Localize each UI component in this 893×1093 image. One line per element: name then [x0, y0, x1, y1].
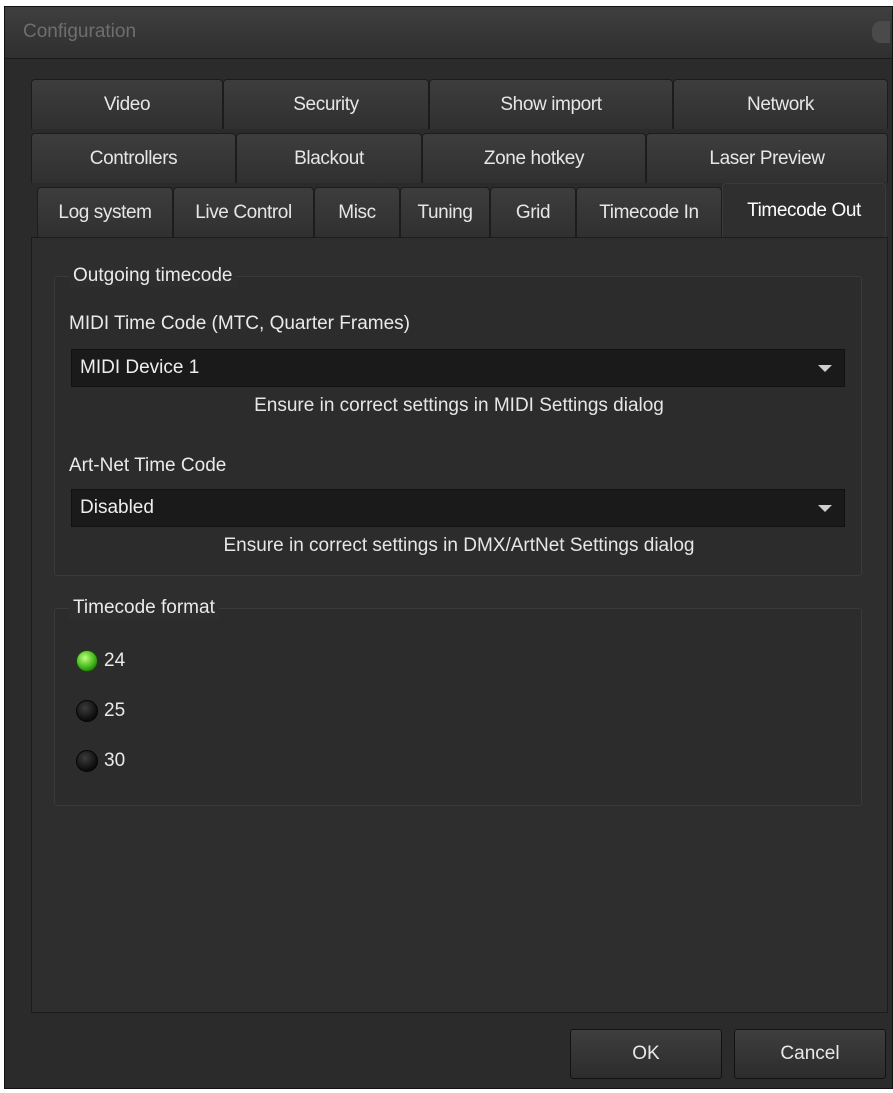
radio-selected-icon[interactable] [76, 650, 98, 672]
window-title: Configuration [23, 21, 137, 42]
radio-unselected-icon[interactable] [76, 700, 98, 722]
chevron-down-icon [818, 505, 832, 512]
tab-strip: Video Security Show import Network Contr… [31, 79, 888, 239]
timecode-format-group: Timecode format [54, 597, 862, 806]
artnet-timecode-value: Disabled [80, 497, 154, 518]
tab-row-3: Log system Live Control Misc Tuning Grid… [31, 183, 888, 237]
radio-label-30: 30 [104, 750, 126, 771]
tab-live-control[interactable]: Live Control [173, 187, 314, 237]
tab-laser-preview[interactable]: Laser Preview [646, 133, 888, 183]
tab-security[interactable]: Security [223, 79, 429, 129]
tab-log-system[interactable]: Log system [37, 187, 173, 237]
tab-row-1: Video Security Show import Network [31, 79, 888, 129]
artnet-hint: Ensure in correct settings in DMX/ArtNet… [223, 535, 695, 556]
chevron-down-icon [818, 365, 832, 372]
tab-tuning[interactable]: Tuning [400, 187, 490, 237]
radio-unselected-icon[interactable] [76, 750, 98, 772]
tab-network[interactable]: Network [673, 79, 888, 129]
radio-option-25[interactable]: 25 [76, 696, 125, 726]
tab-misc[interactable]: Misc [314, 187, 400, 237]
tab-controllers[interactable]: Controllers [31, 133, 236, 183]
tab-show-import[interactable]: Show import [429, 79, 673, 129]
timecode-out-panel: Outgoing timecode MIDI Time Code (MTC, Q… [31, 237, 888, 1013]
tab-grid[interactable]: Grid [490, 187, 576, 237]
window-menu-icon[interactable] [872, 21, 890, 43]
outgoing-timecode-group: Outgoing timecode MIDI Time Code (MTC, Q… [54, 265, 862, 576]
tab-zone-hotkey[interactable]: Zone hotkey [422, 133, 646, 183]
timecode-format-label: Timecode format [69, 597, 219, 619]
configuration-dialog: Configuration Video Security Show import… [4, 6, 893, 1089]
mtc-label: MIDI Time Code (MTC, Quarter Frames) [69, 313, 410, 334]
radio-label-24: 24 [104, 650, 126, 671]
mtc-hint: Ensure in correct settings in MIDI Setti… [254, 395, 664, 416]
radio-label-25: 25 [104, 700, 126, 721]
radio-option-30[interactable]: 30 [76, 746, 125, 776]
title-bar[interactable]: Configuration [5, 7, 892, 59]
ok-button[interactable]: OK [570, 1029, 722, 1079]
artnet-label: Art-Net Time Code [69, 455, 227, 476]
mtc-device-select[interactable]: MIDI Device 1 [71, 349, 845, 387]
tab-blackout[interactable]: Blackout [236, 133, 422, 183]
cancel-button[interactable]: Cancel [734, 1029, 886, 1079]
tab-row-2: Controllers Blackout Zone hotkey Laser P… [31, 133, 888, 183]
mtc-device-value: MIDI Device 1 [80, 357, 200, 378]
tab-timecode-in[interactable]: Timecode In [576, 187, 722, 237]
radio-option-24[interactable]: 24 [76, 646, 125, 676]
outgoing-timecode-label: Outgoing timecode [69, 265, 237, 287]
artnet-timecode-select[interactable]: Disabled [71, 489, 845, 527]
tab-timecode-out[interactable]: Timecode Out [722, 183, 886, 237]
tab-video[interactable]: Video [31, 79, 223, 129]
